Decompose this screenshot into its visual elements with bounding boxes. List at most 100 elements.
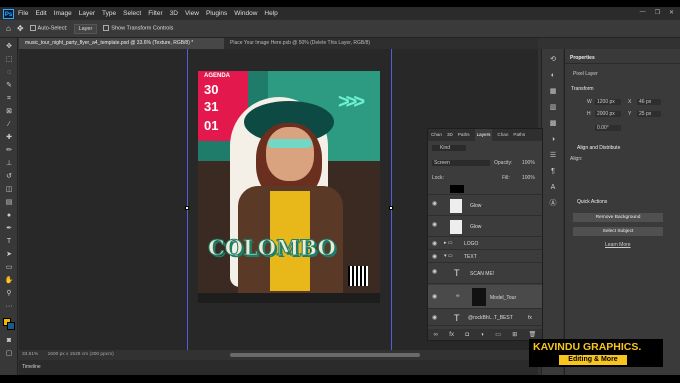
menu-3d[interactable]: 3D	[170, 10, 178, 17]
x-field[interactable]: 46 px	[637, 99, 661, 105]
document-tab[interactable]: Place Your Image Here.psb @ 50% (Delete …	[224, 38, 394, 49]
path-select-icon[interactable]: ➤	[3, 250, 15, 260]
learn-more-link[interactable]: Learn More	[605, 242, 631, 248]
paths-tab[interactable]: Paths	[458, 129, 470, 141]
visibility-eye-icon[interactable]: ◉	[432, 221, 437, 228]
select-subject-button[interactable]: Select Subject	[573, 227, 663, 236]
eyedropper-tool-icon[interactable]: ⁄	[3, 120, 15, 130]
history-brush-icon[interactable]: ↺	[3, 172, 15, 182]
timeline-panel[interactable]: Timeline	[19, 360, 538, 375]
mask-icon[interactable]: ◘	[465, 332, 469, 338]
show-transform-checkbox[interactable]: Show Transform Controls	[103, 25, 173, 32]
maximize-icon[interactable]: ❐	[655, 9, 660, 16]
paths-tab[interactable]: Paths	[513, 129, 525, 141]
close-icon[interactable]: ✕	[669, 9, 674, 16]
document-tab[interactable]: music_tour_night_party_flyer_a4_template…	[19, 38, 224, 49]
layer-group-row[interactable]: ◉ ▾ ▭ TEXT	[428, 251, 542, 263]
fx-icon[interactable]: fx	[449, 332, 454, 338]
blend-mode-select[interactable]: Screen	[432, 160, 490, 166]
quick-actions-heading[interactable]: Quick Actions	[577, 199, 607, 205]
new-layer-icon[interactable]: ⊞	[512, 331, 517, 338]
home-icon[interactable]: ⌂	[6, 24, 11, 33]
height-field[interactable]: 2000 px	[595, 111, 621, 117]
move-tool-icon[interactable]: ✥	[17, 24, 24, 33]
pen-tool-icon[interactable]: ✒	[3, 224, 15, 234]
glyphs-icon[interactable]: Ⓐ	[547, 199, 559, 209]
flyer-canvas[interactable]: >>> AGENDA 30 31 01 COLOMBO	[198, 71, 380, 303]
healing-tool-icon[interactable]: ✚	[3, 133, 15, 143]
checkbox-box[interactable]	[29, 25, 36, 32]
layer-group-row[interactable]: ◉ ▸ ▭ LOGO	[428, 238, 542, 250]
menu-file[interactable]: File	[18, 10, 28, 17]
horizontal-scrollbar[interactable]	[230, 353, 420, 357]
quick-mask-icon[interactable]: ◙	[3, 336, 15, 346]
layer-row-selected[interactable]: ◉ ∞ Model_Tour	[428, 285, 542, 309]
background-color-swatch[interactable]	[7, 322, 15, 330]
zoom-tool-icon[interactable]: ⚲	[3, 289, 15, 299]
gradient-tool-icon[interactable]: ▤	[3, 198, 15, 208]
opacity-value[interactable]: 100%	[522, 160, 535, 166]
marquee-tool-icon[interactable]: ⬚	[3, 55, 15, 65]
adjustments-icon[interactable]: ◑	[547, 135, 559, 145]
visibility-eye-icon[interactable]: ◉	[432, 240, 437, 247]
link-layers-icon[interactable]: ∞	[434, 332, 438, 338]
properties-tab[interactable]: Properties	[570, 55, 595, 61]
layers-tab[interactable]: Layers	[474, 129, 493, 141]
layer-row[interactable]	[428, 185, 542, 195]
more-tools-icon[interactable]: ···	[3, 302, 15, 312]
3d-tab[interactable]: 3D	[447, 129, 453, 141]
menu-plugins[interactable]: Plugins	[206, 10, 227, 17]
menu-image[interactable]: Image	[54, 10, 72, 17]
zoom-level[interactable]: 33.61%	[22, 352, 38, 357]
character-icon[interactable]: A	[547, 183, 559, 193]
move-tool-icon[interactable]: ✥	[3, 42, 15, 52]
adjustment-layer-icon[interactable]: ◑	[480, 332, 484, 338]
transform-handle[interactable]	[389, 206, 393, 210]
screen-mode-icon[interactable]: ▢	[3, 349, 15, 359]
remove-background-button[interactable]: Remove Background	[573, 213, 663, 222]
history-icon[interactable]: ⟲	[547, 55, 559, 65]
new-group-icon[interactable]: ▭	[495, 331, 501, 338]
visibility-eye-icon[interactable]: ◉	[432, 268, 437, 275]
dodge-tool-icon[interactable]: ●	[3, 211, 15, 221]
patterns-icon[interactable]: ▩	[547, 119, 559, 129]
quick-select-tool-icon[interactable]: ✎	[3, 81, 15, 91]
menu-layer[interactable]: Layer	[79, 10, 95, 17]
checkbox-box[interactable]	[103, 25, 110, 32]
crop-tool-icon[interactable]: ⌗	[3, 94, 15, 104]
channels-tab[interactable]: Chan	[497, 129, 508, 141]
y-field[interactable]: 25 px	[637, 111, 661, 117]
minimize-icon[interactable]: —	[640, 9, 646, 16]
type-tool-icon[interactable]: T	[3, 237, 15, 247]
trash-icon[interactable]: 🗑	[529, 331, 537, 338]
auto-select-checkbox[interactable]: Auto-Select:	[29, 25, 68, 32]
menu-type[interactable]: Type	[102, 10, 116, 17]
menu-select[interactable]: Select	[123, 10, 141, 17]
width-field[interactable]: 1200 px	[595, 99, 621, 105]
shape-tool-icon[interactable]: ▭	[3, 263, 15, 273]
gradients-icon[interactable]: ▥	[547, 103, 559, 113]
transform-heading[interactable]: Transform	[571, 86, 594, 92]
menu-view[interactable]: View	[185, 10, 199, 17]
kind-filter[interactable]: Kind	[432, 145, 466, 151]
fill-value[interactable]: 100%	[522, 175, 535, 181]
channels-tab[interactable]: Chan	[431, 129, 442, 141]
menu-help[interactable]: Help	[264, 10, 277, 17]
color-icon[interactable]: ◐	[547, 71, 559, 81]
swatches-icon[interactable]: ▦	[547, 87, 559, 97]
visibility-eye-icon[interactable]: ◉	[432, 314, 437, 321]
transform-handle[interactable]	[185, 206, 189, 210]
layer-row[interactable]: ◉ T @rockBhl...T_BEST fx	[428, 310, 542, 326]
fx-icon[interactable]: fx	[528, 315, 532, 321]
layer-select-dropdown[interactable]: Layer	[73, 23, 98, 34]
eraser-tool-icon[interactable]: ◫	[3, 185, 15, 195]
libraries-icon[interactable]: ☰	[547, 151, 559, 161]
align-heading[interactable]: Align and Distribute	[577, 145, 620, 151]
lasso-tool-icon[interactable]: ◌	[3, 68, 15, 78]
visibility-eye-icon[interactable]: ◉	[432, 200, 437, 207]
stamp-tool-icon[interactable]: ⊥	[3, 159, 15, 169]
menu-window[interactable]: Window	[234, 10, 257, 17]
layer-row[interactable]: ◉ Glow	[428, 196, 542, 216]
menu-edit[interactable]: Edit	[35, 10, 46, 17]
visibility-eye-icon[interactable]: ◉	[432, 293, 437, 300]
